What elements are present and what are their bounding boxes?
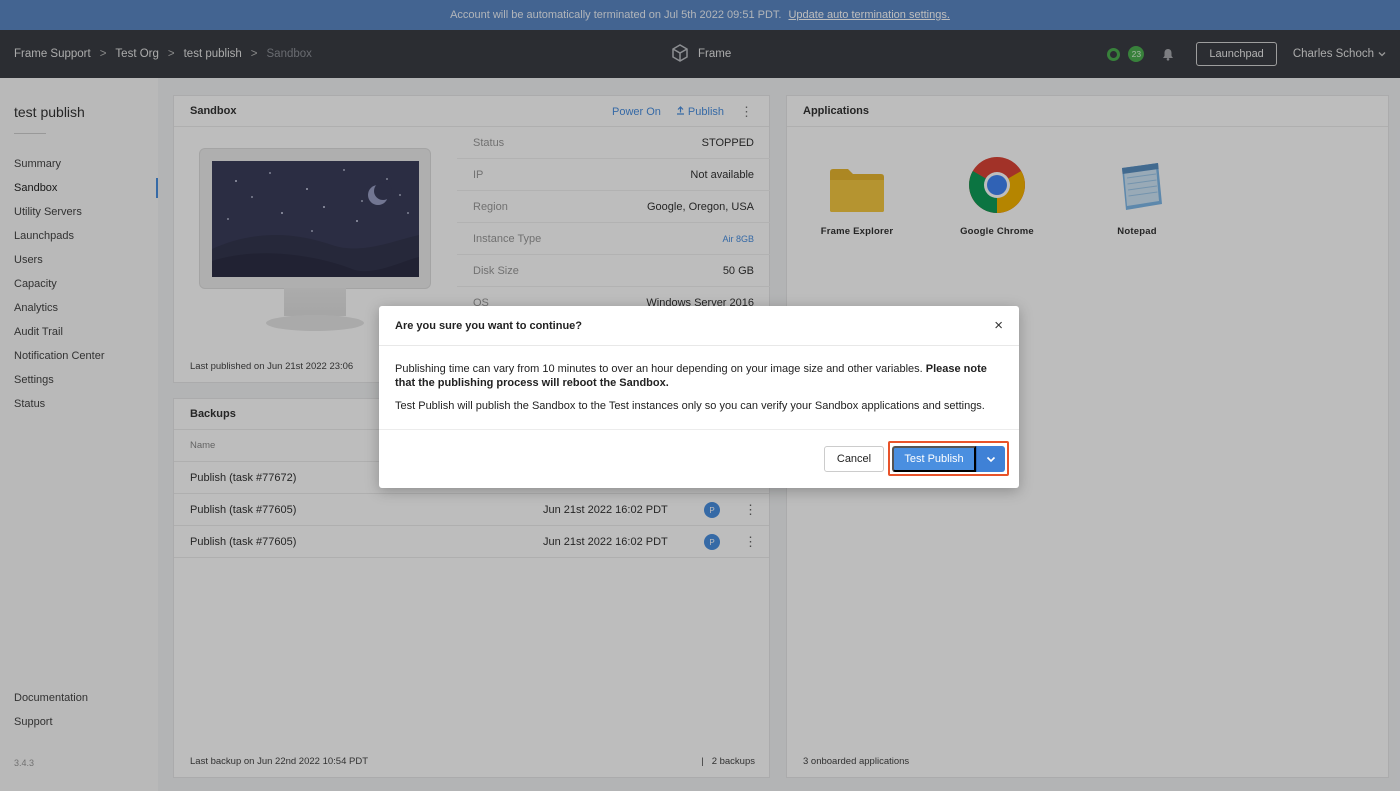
dialog-paragraph-2: Test Publish will publish the Sandbox to… xyxy=(395,400,985,412)
chevron-down-icon xyxy=(986,450,996,468)
cancel-button[interactable]: Cancel xyxy=(824,446,884,472)
dialog-paragraph-1: Publishing time can vary from 10 minutes… xyxy=(395,362,1003,390)
dialog-body: Publishing time can vary from 10 minutes… xyxy=(379,346,1019,430)
dialog-header: Are you sure you want to continue? × xyxy=(379,306,1019,346)
confirm-dialog: Are you sure you want to continue? × Pub… xyxy=(379,306,1019,488)
dialog-text: Publishing time can vary from 10 minutes… xyxy=(395,363,923,375)
dialog-title: Are you sure you want to continue? xyxy=(395,319,583,332)
publish-options-dropdown[interactable] xyxy=(976,446,1005,472)
test-publish-button[interactable]: Test Publish xyxy=(892,446,976,472)
close-icon[interactable]: × xyxy=(994,317,1003,334)
dialog-footer: Cancel Test Publish xyxy=(379,430,1019,488)
